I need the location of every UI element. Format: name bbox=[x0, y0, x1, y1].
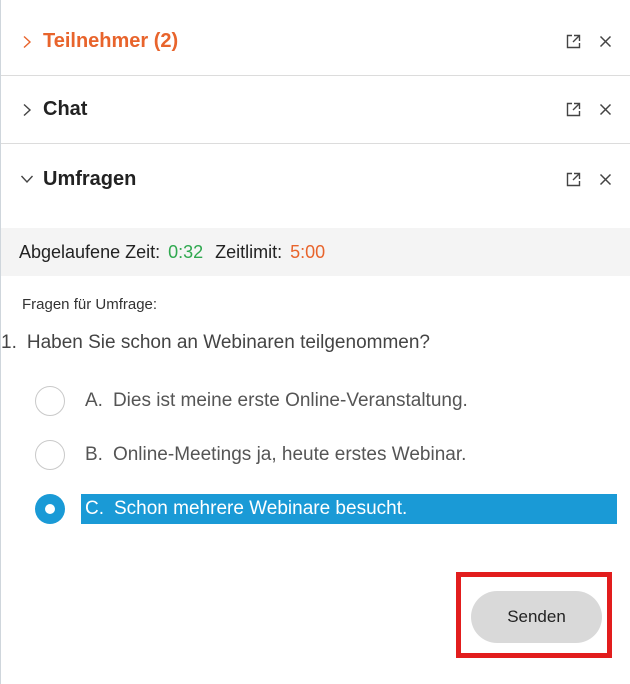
chevron-down-icon[interactable] bbox=[19, 171, 35, 187]
send-button[interactable]: Senden bbox=[471, 591, 602, 643]
question-number: 1. bbox=[1, 332, 17, 353]
option-text: Online-Meetings ja, heute erstes Webinar… bbox=[112, 444, 467, 465]
elapsed-time-label: Abgelaufene Zeit: bbox=[19, 241, 161, 262]
radio-button[interactable] bbox=[35, 440, 65, 470]
section-header-chat[interactable]: Chat bbox=[1, 76, 630, 144]
side-panel: Teilnehmer (2) Chat Umfragen Abgelaufene… bbox=[0, 0, 630, 684]
poll-option-b[interactable]: B. Online-Meetings ja, heute erstes Webin… bbox=[35, 440, 617, 470]
option-letter: B. bbox=[85, 444, 103, 465]
option-letter: C. bbox=[85, 498, 104, 519]
option-label[interactable]: A. Dies ist meine erste Online-Veranstalt… bbox=[81, 386, 468, 416]
popout-icon[interactable] bbox=[564, 170, 582, 188]
popout-icon[interactable] bbox=[564, 101, 582, 119]
section-header-participants[interactable]: Teilnehmer (2) bbox=[1, 8, 630, 76]
poll-timer-bar: Abgelaufene Zeit: 0:32 Zeitlimit: 5:00 bbox=[1, 228, 630, 276]
radio-button[interactable] bbox=[35, 386, 65, 416]
header-actions-polls bbox=[564, 170, 614, 188]
option-text: Schon mehrere Webinare besucht. bbox=[114, 498, 408, 519]
question-text: Haben Sie schon an Webinaren teilgenomme… bbox=[26, 332, 430, 353]
poll-option-a[interactable]: A. Dies ist meine erste Online-Veranstalt… bbox=[35, 386, 617, 416]
poll-option-c[interactable]: C. Schon mehrere Webinare besucht. bbox=[35, 494, 617, 524]
time-limit-label: Zeitlimit: bbox=[215, 241, 283, 262]
header-actions-chat bbox=[564, 101, 614, 119]
poll-question: 1. Haben Sie schon an Webinaren teilgenom… bbox=[1, 332, 430, 354]
close-icon[interactable] bbox=[596, 33, 614, 51]
close-icon[interactable] bbox=[596, 170, 614, 188]
header-actions-participants bbox=[564, 33, 614, 51]
section-header-polls[interactable]: Umfragen bbox=[1, 144, 630, 214]
section-title-participants[interactable]: Teilnehmer (2) bbox=[43, 30, 178, 53]
close-icon[interactable] bbox=[596, 101, 614, 119]
chevron-right-icon[interactable] bbox=[19, 34, 35, 50]
section-title-polls[interactable]: Umfragen bbox=[43, 168, 136, 191]
popout-icon[interactable] bbox=[564, 33, 582, 51]
chevron-right-icon[interactable] bbox=[19, 102, 35, 118]
time-limit-value: 5:00 bbox=[290, 241, 326, 262]
radio-button-checked[interactable] bbox=[35, 494, 65, 524]
option-label[interactable]: B. Online-Meetings ja, heute erstes Webin… bbox=[81, 440, 466, 470]
elapsed-time-value: 0:32 bbox=[168, 241, 204, 262]
option-letter: A. bbox=[85, 390, 103, 411]
option-label[interactable]: C. Schon mehrere Webinare besucht. bbox=[81, 494, 617, 524]
section-title-chat[interactable]: Chat bbox=[43, 98, 87, 121]
poll-intro: Fragen für Umfrage: bbox=[22, 296, 158, 313]
option-text: Dies ist meine erste Online-Veranstaltun… bbox=[112, 390, 468, 411]
